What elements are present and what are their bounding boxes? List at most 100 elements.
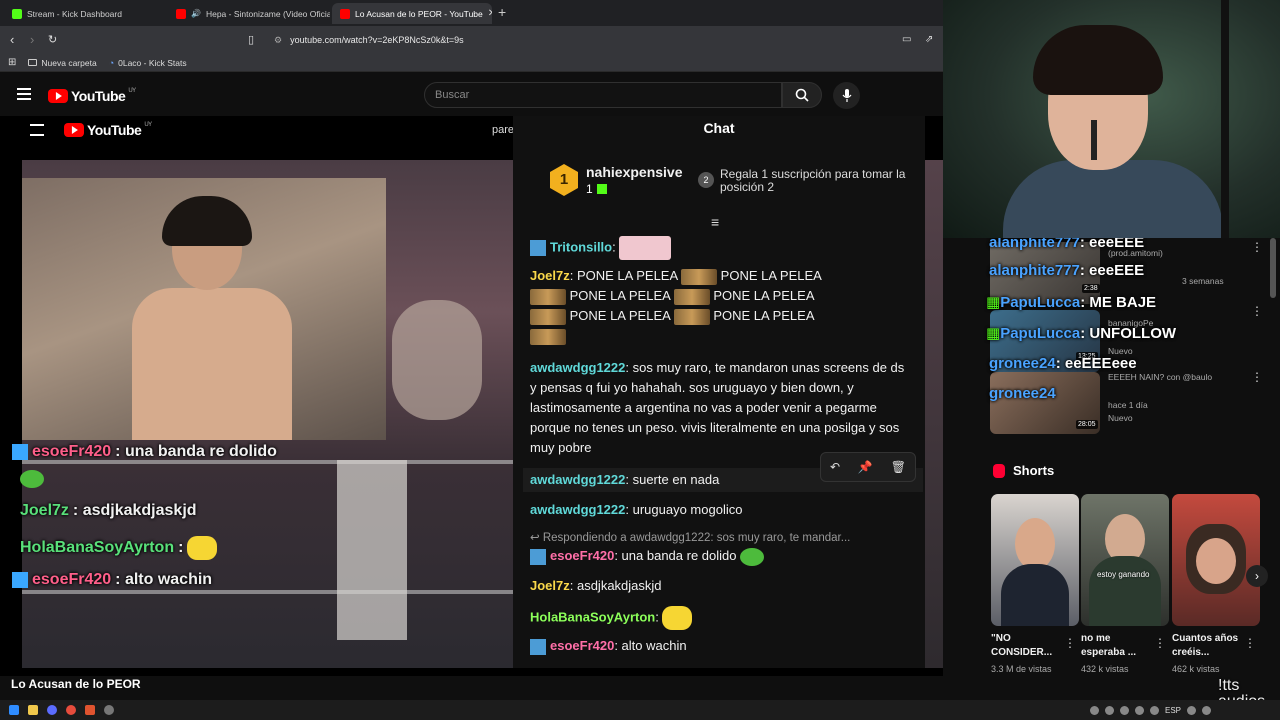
tab-lo-acusan[interactable]: Lo Acusan de lo PEOR - YouTube ✕	[332, 3, 492, 24]
short-thumbnail[interactable]	[991, 494, 1079, 626]
scrollbar[interactable]	[1270, 238, 1276, 298]
person-body	[1001, 564, 1069, 626]
reply-icon: ↩	[530, 532, 543, 544]
share-icon[interactable]: ⇗	[925, 34, 933, 45]
bookmark-nueva-carpeta[interactable]: Nueva carpeta	[28, 58, 97, 68]
forward-arrow-icon[interactable]: ›	[30, 32, 34, 47]
more-options-icon[interactable]: ⋮	[1064, 636, 1076, 650]
gift-prompt[interactable]: 2 Regala 1 suscripción para tomar la pos…	[698, 168, 918, 194]
wifi-icon[interactable]	[1187, 705, 1197, 715]
emote-icon	[681, 268, 718, 285]
search-button[interactable]	[782, 82, 822, 108]
new-tab-button[interactable]: +	[498, 4, 506, 20]
close-icon[interactable]: ✕	[488, 8, 492, 19]
windows-start-icon[interactable]	[9, 705, 19, 715]
badge-icon	[530, 240, 546, 256]
chat-username[interactable]: awdawdgg1222	[530, 502, 625, 517]
tray-icon[interactable]	[1090, 705, 1099, 715]
folder-icon[interactable]	[28, 705, 38, 715]
language-indicator[interactable]: ESP	[1165, 706, 1181, 715]
chat-username[interactable]: awdawdgg1222	[530, 360, 625, 375]
back-arrow-icon[interactable]: ‹	[10, 32, 14, 47]
tray-icon[interactable]	[1105, 705, 1114, 715]
chat-username[interactable]: Joel7z	[530, 578, 570, 593]
bookmark-kick-stats[interactable]: ◔ 0Laco - Kick Stats	[109, 58, 187, 68]
bookmark-icon[interactable]: ▯	[248, 33, 254, 46]
tab-hepa-video[interactable]: 🔊 Hepa - Sintonizame (Video Oficial)	[168, 3, 330, 24]
badge-icon	[12, 572, 28, 588]
more-options-icon[interactable]: ⋮	[1251, 240, 1263, 254]
undo-icon[interactable]: ↶	[830, 460, 840, 474]
overlay-message: : eeeEEE	[1079, 238, 1145, 251]
system-tray: ESP	[1090, 700, 1212, 720]
tray-icon[interactable]	[1120, 705, 1129, 715]
windows-taskbar: ESP	[0, 700, 1280, 720]
short-title[interactable]: "NO CONSIDER...	[991, 632, 1067, 660]
discord-icon[interactable]	[47, 705, 57, 715]
duration-badge: 2:38	[1082, 284, 1100, 293]
kick-favicon-icon	[12, 8, 22, 19]
overlay-chat-line: gronee24	[989, 385, 1056, 402]
apps-grid-icon[interactable]: ⊞	[8, 57, 16, 68]
overlay-chat-line: ▦PapuLucca: UNFOLLOW	[986, 324, 1176, 342]
youtube-logo[interactable]: YouTube UY	[48, 88, 136, 104]
microphone-icon	[842, 88, 851, 102]
cast-icon[interactable]: ▭	[902, 34, 911, 45]
browser-icon[interactable]	[66, 705, 76, 715]
short-title[interactable]: Cuantos años creéis...	[1172, 632, 1248, 660]
pin-icon[interactable]: 📌	[858, 460, 873, 474]
menu-icon[interactable]	[17, 88, 31, 100]
emote-icon	[530, 288, 566, 305]
next-arrow-icon[interactable]: ›	[1246, 565, 1268, 587]
voice-search-button[interactable]	[833, 82, 860, 109]
short-thumbnail[interactable]	[1172, 494, 1260, 626]
short-views: 462 k vistas	[1172, 664, 1220, 674]
trash-icon[interactable]: 🗑	[891, 460, 906, 474]
more-options-icon[interactable]: ⋮	[1251, 304, 1263, 318]
chat-message: awdawdgg1222: sos muy raro, te mandaron …	[530, 358, 908, 458]
chat-username[interactable]: esoeFr420	[550, 548, 614, 563]
frog-emote-icon	[20, 470, 44, 488]
youtube-play-icon	[64, 123, 84, 137]
chat-text: PONE LA PELEA	[720, 268, 822, 283]
gift-text: Regala 1 suscripción para tomar la posic…	[720, 167, 906, 194]
browser-nav-bar: ‹ › ↻ ▯ ⚙ youtube.com/watch?v=2eKP8NcSz0…	[0, 26, 943, 54]
more-options-icon[interactable]: ⋮	[1244, 636, 1256, 650]
volume-icon[interactable]	[1202, 705, 1212, 715]
collapse-icon[interactable]: ≡	[711, 214, 719, 230]
chat-username[interactable]: Joel7z	[530, 268, 570, 283]
duration-badge: 28:05	[1076, 420, 1098, 429]
more-options-icon[interactable]: ⋮	[1251, 370, 1263, 384]
chat-username[interactable]: Tritonsillo	[550, 239, 612, 254]
tray-icon[interactable]	[1135, 705, 1144, 715]
chat-username[interactable]: esoeFr420	[550, 638, 614, 653]
chat-text: :	[655, 609, 659, 625]
overlay-username: PapuLucca	[1000, 294, 1081, 311]
chat-text: : alto wachin	[614, 638, 687, 653]
overlay-username: HolaBanaSoyAyrton	[20, 539, 175, 556]
short-thumbnail[interactable]: estoy ganando	[1081, 494, 1169, 626]
short-views: 432 k vistas	[1081, 664, 1129, 674]
microphone-icon	[1091, 120, 1097, 160]
overlay-username: alanphite777	[989, 238, 1080, 251]
address-bar[interactable]: ⚙ youtube.com/watch?v=2eKP8NcSz0k&t=9s	[268, 30, 943, 50]
chat-username[interactable]: awdawdgg1222	[530, 472, 625, 487]
chat-username[interactable]: HolaBanaSoyAyrton	[530, 609, 655, 624]
overlay-chat-line: HolaBanaSoyAyrton :	[20, 536, 218, 560]
chat-text: PONE LA PELEA	[569, 308, 671, 323]
obs-icon[interactable]	[104, 705, 114, 715]
reload-icon[interactable]: ↻	[48, 33, 57, 46]
reply-preview[interactable]: ↩ Respondiendo a awdawdgg1222: sos muy r…	[530, 530, 910, 544]
shield-icon[interactable]	[85, 705, 95, 715]
site-info-icon[interactable]: ⚙	[274, 35, 282, 46]
overlay-message: : eeeEEE	[1079, 262, 1145, 279]
more-options-icon[interactable]: ⋮	[1154, 636, 1166, 650]
tab-kick-dashboard[interactable]: Stream - Kick Dashboard	[4, 3, 164, 24]
kick-chat-panel: Chat 1 nahiexpensive 1 2 Regala 1 suscri…	[513, 116, 925, 668]
short-title[interactable]: no me esperaba ...	[1081, 632, 1157, 660]
overlay-message: : ME BAJE	[1080, 294, 1157, 311]
overlay-chat-line: esoeFr420 : alto wachin	[12, 571, 212, 589]
tray-icon[interactable]	[1150, 705, 1159, 715]
search-input[interactable]: Buscar	[424, 82, 782, 108]
pinned-username[interactable]: nahiexpensive	[586, 164, 683, 180]
